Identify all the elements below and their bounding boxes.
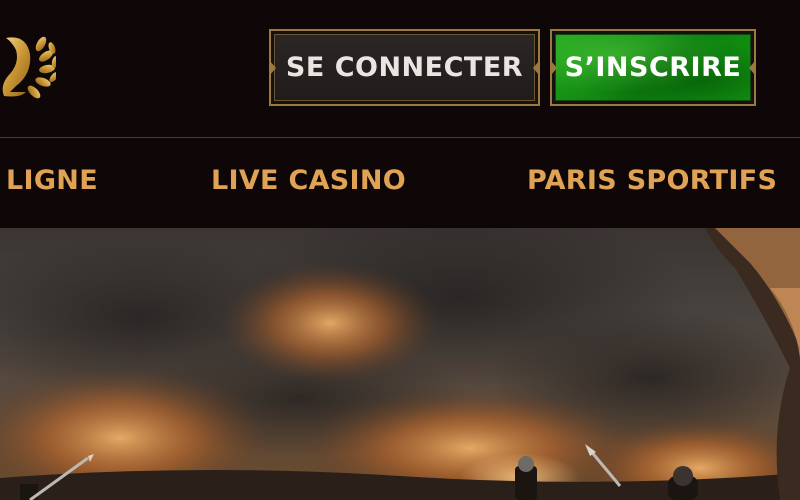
site-header: SE CONNECTER S’INSCRIRE (0, 0, 800, 137)
hero-banner[interactable] (0, 228, 800, 500)
login-button-label: SE CONNECTER (274, 34, 535, 101)
register-button[interactable]: S’INSCRIRE (550, 29, 756, 106)
page: SE CONNECTER S’INSCRIRE LIGNE LIVE CASIN… (0, 0, 800, 500)
notch-left-icon (270, 60, 276, 75)
notch-right-icon (533, 60, 539, 75)
login-button[interactable]: SE CONNECTER (269, 29, 540, 106)
laurel-crown-logo-icon[interactable] (0, 26, 59, 106)
notch-left-icon (551, 60, 557, 75)
register-button-label: S’INSCRIRE (555, 34, 751, 101)
main-nav: LIGNE LIVE CASINO PARIS SPORTIFS (0, 138, 800, 228)
nav-item-paris-sportifs[interactable]: PARIS SPORTIFS (527, 165, 777, 196)
nav-item-ligne[interactable]: LIGNE (6, 165, 98, 196)
battle-scene-image (0, 228, 800, 500)
nav-item-live-casino[interactable]: LIVE CASINO (211, 165, 406, 196)
notch-right-icon (749, 60, 755, 75)
